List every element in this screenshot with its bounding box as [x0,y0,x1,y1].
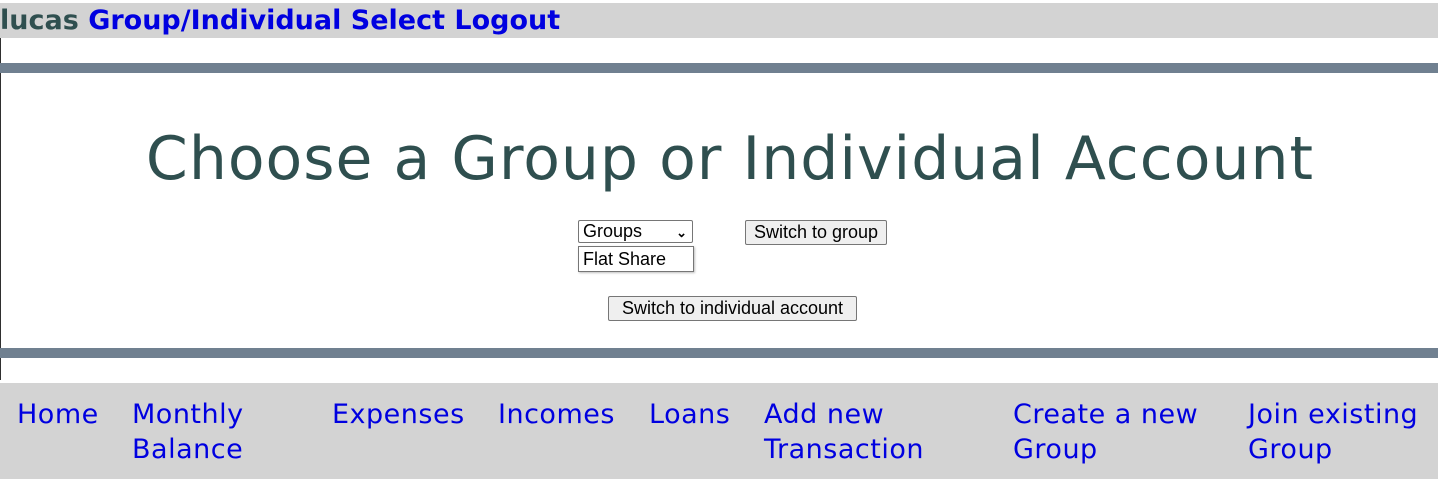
nav-create-group-line1: Create a new [1013,399,1199,430]
nav-home-label: Home [17,399,99,430]
nav-add-transaction-line2: Transaction [764,434,924,465]
nav-add-transaction[interactable]: Add new Transaction [764,397,924,467]
group-individual-select-link[interactable]: Group/Individual Select [88,5,445,36]
nav-monthly-balance-line2: Balance [132,434,244,465]
nav-expenses-label: Expenses [332,399,465,430]
group-select[interactable]: Groups ⌄ [578,220,693,243]
top-bar: lucas Group/Individual Select Logout [0,3,1438,38]
nav-monthly-balance[interactable]: Monthly Balance [132,397,244,467]
nav-monthly-balance-line1: Monthly [132,399,244,430]
nav-create-group-line2: Group [1013,434,1098,465]
bottom-separator [0,348,1438,358]
nav-incomes[interactable]: Incomes [498,397,615,432]
bottom-nav: Home Monthly Balance Expenses Incomes Lo… [0,383,1438,479]
group-select-value: Groups [583,221,643,241]
nav-join-group-line1: Join existing [1248,399,1419,430]
nav-home[interactable]: Home [17,397,99,432]
switch-to-individual-button[interactable]: Switch to individual account [608,296,857,321]
top-separator [0,63,1438,73]
nav-expenses[interactable]: Expenses [332,397,465,432]
page-left-border [0,38,1,380]
nav-add-transaction-line1: Add new [764,399,885,430]
nav-create-group[interactable]: Create a new Group [1013,397,1198,467]
logout-link[interactable]: Logout [454,5,560,36]
chevron-down-icon: ⌄ [676,225,687,240]
group-select-option[interactable]: Flat Share [578,246,694,272]
page-title: Choose a Group or Individual Account [145,124,1315,194]
nav-join-group-line2: Group [1248,434,1333,465]
switch-to-group-button[interactable]: Switch to group [745,220,887,245]
nav-loans[interactable]: Loans [649,397,730,432]
nav-join-group[interactable]: Join existing Group [1248,397,1418,467]
username-label: lucas [0,5,79,36]
nav-loans-label: Loans [649,399,731,430]
nav-incomes-label: Incomes [498,399,615,430]
